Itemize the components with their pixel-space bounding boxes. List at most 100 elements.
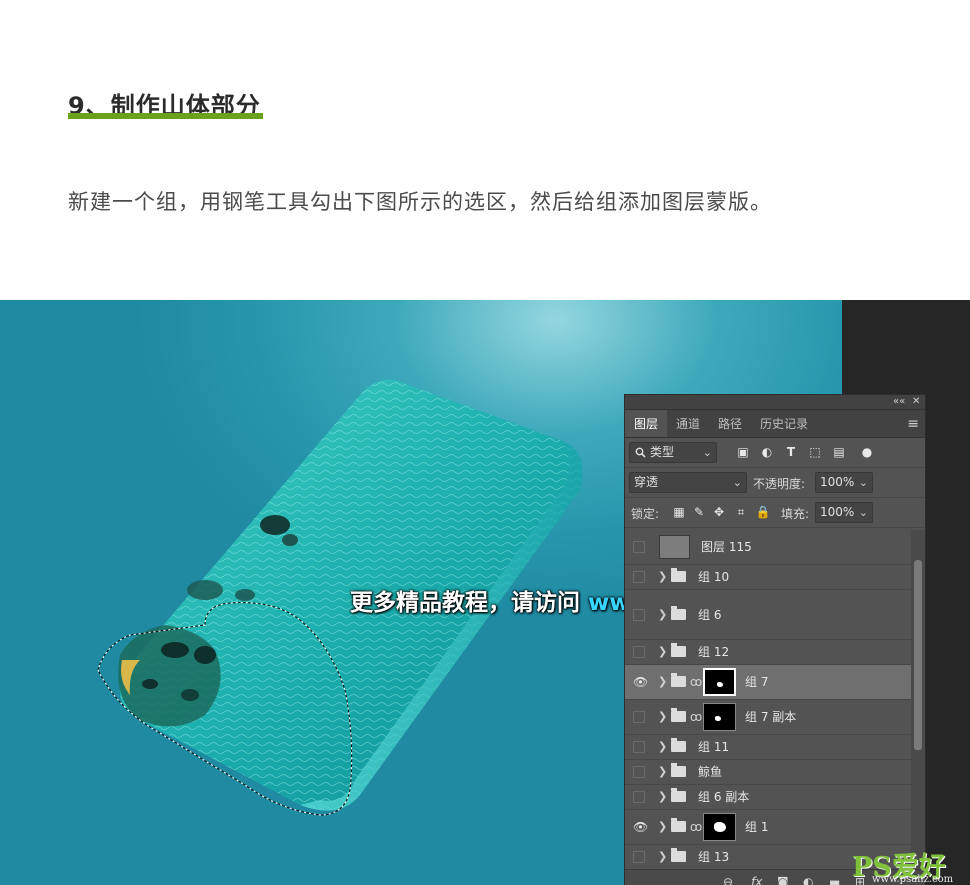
visibility-toggle[interactable] xyxy=(633,851,645,863)
eye-icon[interactable]: 👁 xyxy=(633,676,648,688)
filter-text-icon[interactable]: T xyxy=(783,444,799,460)
visibility-toggle[interactable] xyxy=(633,571,645,583)
logo-domain: www.psahz.com xyxy=(872,874,954,885)
chevron-right-icon[interactable]: ❯ xyxy=(658,674,667,690)
visibility-toggle[interactable] xyxy=(633,646,645,658)
add-mask-icon[interactable]: ◙ xyxy=(777,874,789,885)
visibility-toggle[interactable] xyxy=(633,711,645,723)
layer-row[interactable]: 👁 ❯ ꝏ 组 1 xyxy=(625,810,911,845)
layer-mask-thumbnail[interactable] xyxy=(703,813,736,841)
layer-row[interactable]: ❯ 组 11 xyxy=(625,735,911,760)
mask-shape xyxy=(715,716,721,721)
layer-filter-select[interactable]: 类型 ⌄ xyxy=(629,442,717,463)
layers-scrollbar[interactable] xyxy=(911,530,925,870)
chevron-right-icon[interactable]: ❯ xyxy=(658,789,667,805)
watermark-text: 更多精品教程，请访问 xyxy=(350,590,580,616)
link-icon[interactable]: ꝏ xyxy=(690,709,702,725)
layer-name: 鲸鱼 xyxy=(698,765,723,779)
folder-icon xyxy=(671,605,686,620)
link-icon[interactable]: ⊖ xyxy=(723,874,733,885)
chevron-right-icon[interactable]: ❯ xyxy=(658,709,667,725)
chevron-right-icon[interactable]: ❯ xyxy=(658,849,667,865)
link-icon[interactable]: ꝏ xyxy=(690,819,702,835)
filter-image-icon[interactable]: ▣ xyxy=(735,444,751,460)
lock-label: 锁定: xyxy=(631,507,660,521)
layer-name: 组 1 xyxy=(745,820,769,834)
lock-row: 锁定: ▦ ✎ ✥ ⌗ 🔒 填充: 100% ⌄ xyxy=(625,498,925,528)
opacity-field[interactable]: 100% ⌄ xyxy=(815,472,873,493)
link-icon[interactable]: ꝏ xyxy=(690,674,702,690)
layer-row[interactable]: 图层 115 xyxy=(625,530,911,565)
lock-transparent-icon[interactable]: ▦ xyxy=(671,504,687,520)
new-group-icon[interactable]: ▬ xyxy=(829,874,840,885)
blend-mode-select[interactable]: 穿透 ⌄ xyxy=(629,472,747,493)
fill-field[interactable]: 100% ⌄ xyxy=(815,502,873,523)
tab-history[interactable]: 历史记录 xyxy=(751,410,817,437)
lock-all-icon[interactable]: 🔒 xyxy=(755,504,771,520)
layer-row[interactable]: ❯ 组 6 xyxy=(625,590,911,640)
tab-paths[interactable]: 路径 xyxy=(709,410,751,437)
layer-row-selected[interactable]: 👁 ❯ ꝏ 组 7 xyxy=(625,665,911,700)
filter-toggle-icon[interactable]: ● xyxy=(859,444,875,460)
layer-row[interactable]: ❯ 组 10 xyxy=(625,565,911,590)
layer-mask-thumbnail[interactable] xyxy=(703,703,736,731)
layer-row[interactable]: ❯ ꝏ 组 7 副本 xyxy=(625,700,911,735)
folder-icon xyxy=(671,568,686,582)
layer-row[interactable]: ❯ 组 6 副本 xyxy=(625,785,911,810)
layer-name: 组 12 xyxy=(698,645,730,659)
fill-label: 填充: xyxy=(781,507,810,521)
filter-label: 类型 xyxy=(650,445,675,459)
blend-mode-value: 穿透 xyxy=(634,475,659,489)
folder-icon xyxy=(671,673,686,687)
lock-pixels-brush-icon[interactable]: ✎ xyxy=(691,504,707,520)
adjustment-icon[interactable]: ◐ xyxy=(803,874,813,885)
chevron-right-icon[interactable]: ❯ xyxy=(658,644,667,660)
filter-smart-object-icon[interactable]: ▤ xyxy=(831,444,847,460)
tab-layers[interactable]: 图层 xyxy=(625,410,668,437)
chevron-right-icon[interactable]: ❯ xyxy=(658,819,667,835)
scrollbar-thumb[interactable] xyxy=(914,560,922,750)
opacity-label: 不透明度: xyxy=(753,477,806,491)
blend-row: 穿透 ⌄ 不透明度: 100% ⌄ xyxy=(625,468,925,498)
photoshop-canvas-screenshot: 更多精品教程，请访问www.240PS.com «« ✕ 图层 通道 路径 历史… xyxy=(0,300,970,885)
visibility-toggle[interactable] xyxy=(633,741,645,753)
folder-icon xyxy=(671,788,686,802)
panel-tabs: 图层 通道 路径 历史记录 ≡ xyxy=(625,410,925,438)
filter-shape-icon[interactable]: ⬚ xyxy=(807,444,823,460)
fx-icon[interactable]: fx xyxy=(751,874,762,885)
folder-icon xyxy=(671,848,686,862)
layer-row[interactable]: ❯ 鲸鱼 xyxy=(625,760,911,785)
layers-list: 图层 115 ❯ 组 10 ❯ 组 6 ❯ 组 12 👁 ❯ ꝏ 组 7 ❯ ꝏ… xyxy=(625,530,911,870)
layer-name: 图层 115 xyxy=(701,540,752,554)
opacity-value: 100% xyxy=(820,475,855,489)
chevron-right-icon[interactable]: ❯ xyxy=(658,569,667,585)
visibility-toggle[interactable] xyxy=(633,608,645,621)
filter-adjustment-icon[interactable]: ◐ xyxy=(759,444,775,460)
lock-artboard-icon[interactable]: ⌗ xyxy=(733,504,749,520)
eye-icon[interactable]: 👁 xyxy=(633,821,648,833)
tab-channels[interactable]: 通道 xyxy=(667,410,709,437)
layer-thumbnail xyxy=(659,535,690,559)
visibility-toggle[interactable] xyxy=(633,766,645,778)
chevron-right-icon[interactable]: ❯ xyxy=(658,607,667,623)
instruction-text: 新建一个组，用钢笔工具勾出下图所示的选区，然后给组添加图层蒙版。 xyxy=(68,190,772,214)
visibility-toggle[interactable] xyxy=(633,541,645,553)
folder-icon xyxy=(671,763,686,777)
layer-name: 组 10 xyxy=(698,570,730,584)
layer-name: 组 13 xyxy=(698,850,730,864)
layer-row[interactable]: ❯ 组 12 xyxy=(625,640,911,665)
panel-menu-icon[interactable]: ≡ xyxy=(907,416,919,432)
layer-name: 组 6 副本 xyxy=(698,790,750,804)
fill-value: 100% xyxy=(820,505,855,519)
close-icon[interactable]: ✕ xyxy=(912,395,920,409)
chevron-right-icon[interactable]: ❯ xyxy=(658,739,667,755)
layer-mask-thumbnail[interactable] xyxy=(703,668,736,696)
lock-position-move-icon[interactable]: ✥ xyxy=(711,504,727,520)
layer-name: 组 6 xyxy=(698,607,722,622)
folder-icon xyxy=(671,818,686,832)
collapse-icon[interactable]: «« xyxy=(893,395,905,409)
chevron-right-icon[interactable]: ❯ xyxy=(658,764,667,780)
visibility-toggle[interactable] xyxy=(633,791,645,803)
folder-icon xyxy=(671,708,686,722)
mask-shape xyxy=(717,682,723,687)
